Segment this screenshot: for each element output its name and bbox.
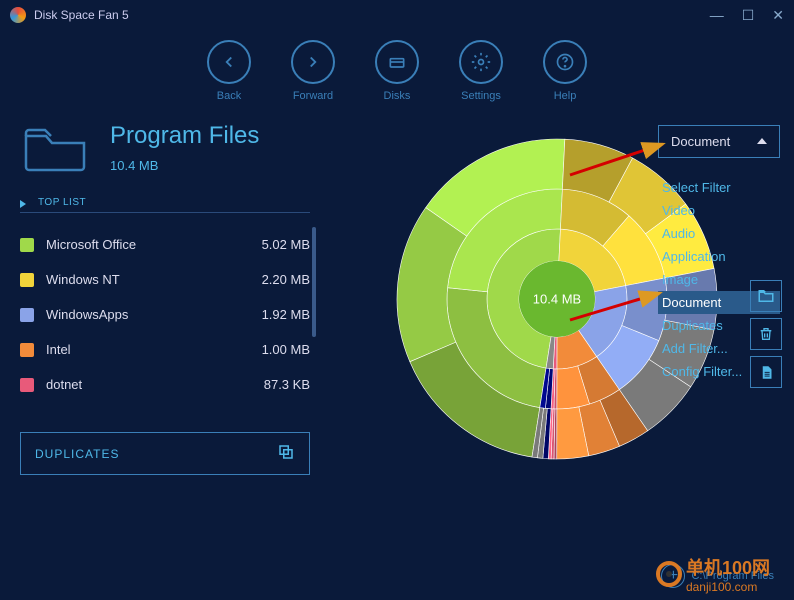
page-title: Program Files	[110, 122, 259, 150]
list-item-size: 87.3 KB	[264, 377, 310, 392]
close-button[interactable]: ✕	[772, 7, 784, 24]
maximize-button[interactable]: ☐	[742, 7, 755, 24]
app-title: Disk Space Fan 5	[34, 8, 129, 22]
filter-item[interactable]: Application	[658, 245, 780, 268]
titlebar: Disk Space Fan 5 — ☐ ✕	[0, 0, 794, 30]
top-list: Microsoft Office 5.02 MB Windows NT 2.20…	[20, 227, 310, 402]
color-swatch	[20, 308, 34, 322]
chevron-up-icon	[757, 134, 767, 149]
duplicates-icon	[277, 443, 295, 464]
minimize-button[interactable]: —	[710, 7, 724, 24]
list-item-size: 1.00 MB	[262, 342, 310, 357]
list-item[interactable]: WindowsApps 1.92 MB	[20, 297, 310, 332]
toolbar: Back Forward Disks Settings Help	[0, 30, 794, 122]
add-breadcrumb-button[interactable]: +	[661, 564, 685, 588]
list-item[interactable]: Windows NT 2.20 MB	[20, 262, 310, 297]
breadcrumb: + C:\Program Files	[661, 564, 774, 588]
chart-center-label: 10.4 MB	[533, 291, 581, 306]
list-item-name: Windows NT	[46, 272, 120, 287]
filter-item[interactable]: Select Filter	[658, 176, 780, 199]
scrollbar[interactable]	[312, 227, 316, 337]
file-button[interactable]	[750, 356, 782, 388]
list-item[interactable]: Microsoft Office 5.02 MB	[20, 227, 310, 262]
list-item-size: 2.20 MB	[262, 272, 310, 287]
list-item-size: 5.02 MB	[262, 237, 310, 252]
forward-button[interactable]: Forward	[291, 40, 335, 102]
list-item[interactable]: dotnet 87.3 KB	[20, 367, 310, 402]
filter-dropdown-toggle[interactable]: Document	[658, 125, 780, 158]
list-item-name: dotnet	[46, 377, 82, 392]
list-item-name: Intel	[46, 342, 71, 357]
duplicates-button[interactable]: DUPLICATES	[20, 432, 310, 475]
color-swatch	[20, 343, 34, 357]
filter-item[interactable]: Audio	[658, 222, 780, 245]
list-item[interactable]: Intel 1.00 MB	[20, 332, 310, 367]
disks-button[interactable]: Disks	[375, 40, 419, 102]
settings-button[interactable]: Settings	[459, 40, 503, 102]
help-button[interactable]: Help	[543, 40, 587, 102]
filter-item[interactable]: Video	[658, 199, 780, 222]
list-item-name: WindowsApps	[46, 307, 128, 322]
disks-icon	[375, 40, 419, 84]
folder-header: Program Files 10.4 MB	[20, 122, 310, 177]
forward-icon	[291, 40, 335, 84]
open-folder-button[interactable]	[750, 280, 782, 312]
color-swatch	[20, 273, 34, 287]
list-item-size: 1.92 MB	[262, 307, 310, 322]
back-icon	[207, 40, 251, 84]
list-item-name: Microsoft Office	[46, 237, 136, 252]
breadcrumb-path[interactable]: C:\Program Files	[691, 570, 774, 582]
app-logo	[10, 7, 26, 23]
help-icon	[543, 40, 587, 84]
folder-icon	[20, 122, 90, 177]
color-swatch	[20, 238, 34, 252]
settings-icon	[459, 40, 503, 84]
toplist-heading: TOP LIST	[20, 197, 310, 213]
back-button[interactable]: Back	[207, 40, 251, 102]
delete-button[interactable]	[750, 318, 782, 350]
folder-size: 10.4 MB	[110, 158, 259, 173]
color-swatch	[20, 378, 34, 392]
